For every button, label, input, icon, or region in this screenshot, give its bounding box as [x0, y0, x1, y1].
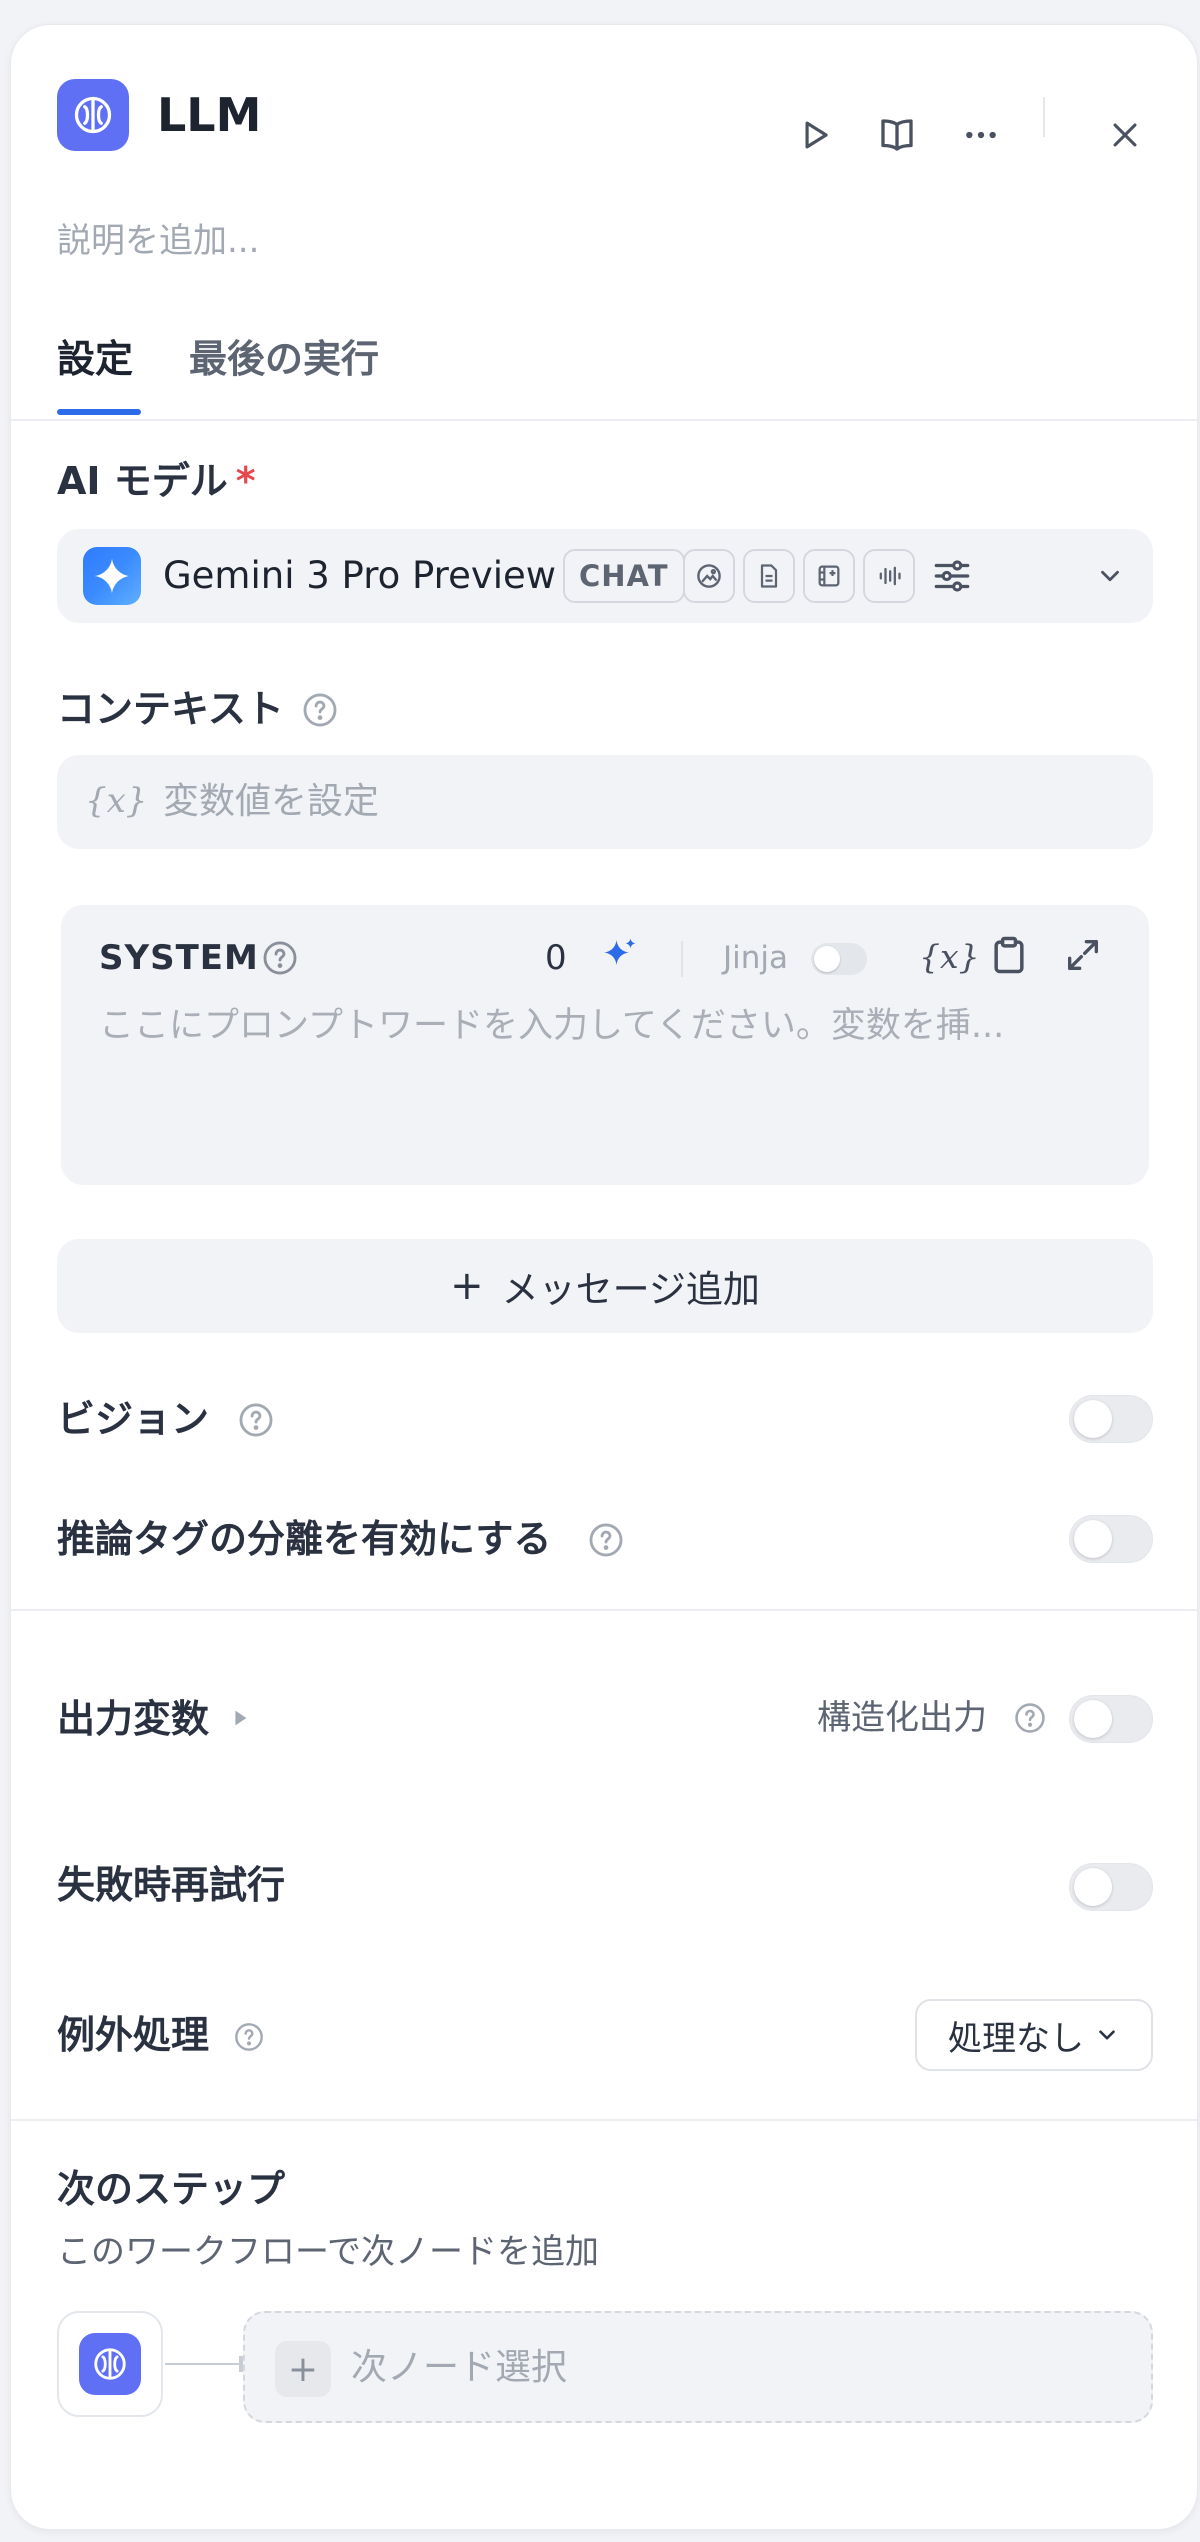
caret-right-icon[interactable]	[229, 1707, 251, 1729]
jinja-toggle[interactable]	[811, 943, 867, 975]
ai-generate-sparkle-icon[interactable]	[599, 935, 641, 977]
more-button[interactable]	[953, 107, 1009, 163]
structured-help-icon[interactable]	[1013, 1701, 1047, 1735]
node-connector	[165, 2363, 241, 2365]
node-title[interactable]: LLM	[157, 87, 261, 143]
system-label: SYSTEM	[99, 938, 259, 978]
llm-node-panel: LLM 説明を追加... 設定 最後の実行 AI モデル * Gemini 3 P…	[10, 24, 1198, 2530]
clipboard-icon[interactable]	[987, 933, 1031, 977]
tab-settings[interactable]: 設定	[57, 331, 133, 387]
model-label-text: AI モデル	[57, 459, 228, 503]
play-icon	[805, 121, 828, 149]
add-message-button[interactable]: + メッセージ追加	[57, 1239, 1153, 1333]
tabs-divider	[11, 419, 1197, 421]
structured-output-toggle[interactable]	[1069, 1695, 1153, 1743]
section-divider-2	[11, 2119, 1197, 2121]
model-section-label: AI モデル *	[57, 457, 256, 505]
current-node-icon	[57, 2311, 163, 2417]
reasoning-help-icon[interactable]	[587, 1521, 625, 1559]
video-icon	[803, 549, 855, 603]
document-icon	[743, 549, 795, 603]
docs-button[interactable]	[869, 107, 925, 163]
section-divider	[11, 1609, 1197, 1611]
next-node-select[interactable]: + 次ノード選択	[243, 2311, 1153, 2423]
tab-active-indicator	[57, 409, 141, 415]
mode-chip: CHAT	[563, 549, 685, 603]
system-toolbar-separator	[681, 941, 683, 977]
retry-toggle[interactable]	[1069, 1863, 1153, 1911]
context-help-icon[interactable]	[301, 691, 339, 729]
more-horizontal-icon	[966, 131, 996, 139]
retry-label: 失敗時再試行	[57, 1863, 286, 1907]
exception-selected-value: 処理なし	[948, 2018, 1084, 2059]
book-open-icon	[881, 119, 913, 151]
reasoning-tag-toggle[interactable]	[1069, 1515, 1153, 1563]
exception-select[interactable]: 処理なし	[915, 1999, 1153, 2071]
next-node-placeholder: 次ノード選択	[351, 2347, 568, 2388]
jinja-label: Jinja	[723, 940, 789, 976]
reasoning-tag-label: 推論タグの分離を有効にする	[57, 1517, 552, 1561]
description-input[interactable]: 説明を追加...	[57, 213, 259, 262]
audio-icon	[863, 549, 915, 603]
model-params-icon[interactable]	[931, 555, 973, 597]
expand-icon[interactable]	[1063, 935, 1103, 975]
system-prompt-editor[interactable]: SYSTEM 0 Jinja {x} ここにプロンプトワードを入力してください。…	[61, 905, 1149, 1185]
run-button[interactable]	[787, 107, 843, 163]
next-step-title: 次のステップ	[57, 2167, 286, 2211]
plus-icon: +	[450, 1263, 484, 1309]
close-button[interactable]	[1097, 107, 1153, 163]
chevron-down-icon[interactable]	[1095, 561, 1125, 591]
chevron-down-icon	[1099, 2030, 1115, 2040]
system-help-icon[interactable]	[261, 939, 299, 977]
next-step-subtitle: このワークフローで次ノードを追加	[57, 2232, 599, 2272]
context-variable-input[interactable]: {x} 変数値を設定	[57, 755, 1153, 849]
context-section-label: コンテキスト	[57, 687, 284, 731]
vision-icon	[683, 549, 735, 603]
model-selector[interactable]: Gemini 3 Pro Preview CHAT	[57, 529, 1153, 623]
exception-label: 例外処理	[57, 2013, 210, 2057]
header-separator	[1043, 97, 1045, 137]
token-count: 0	[545, 938, 567, 978]
vision-label: ビジョン	[57, 1397, 210, 1441]
required-mark: *	[235, 459, 256, 503]
tab-last-run[interactable]: 最後の実行	[189, 331, 379, 387]
output-vars-label[interactable]: 出力変数	[57, 1695, 209, 1743]
system-prompt-placeholder: ここにプロンプトワードを入力してください。変数を挿...	[99, 1006, 1005, 1046]
model-name: Gemini 3 Pro Preview	[163, 554, 557, 597]
insert-variable-icon[interactable]: {x}	[919, 935, 980, 979]
gemini-logo-icon	[83, 547, 141, 605]
structured-output-label: 構造化出力	[817, 1698, 987, 1738]
context-placeholder: 変数値を設定	[163, 781, 380, 822]
variable-icon: {x}	[85, 781, 148, 821]
llm-node-icon	[57, 79, 129, 151]
close-icon	[1113, 123, 1137, 147]
exception-help-icon[interactable]	[233, 2021, 265, 2053]
vision-help-icon[interactable]	[237, 1401, 275, 1439]
plus-icon: +	[275, 2341, 331, 2397]
add-message-label: メッセージ追加	[501, 1268, 760, 1311]
vision-toggle[interactable]	[1069, 1395, 1153, 1443]
